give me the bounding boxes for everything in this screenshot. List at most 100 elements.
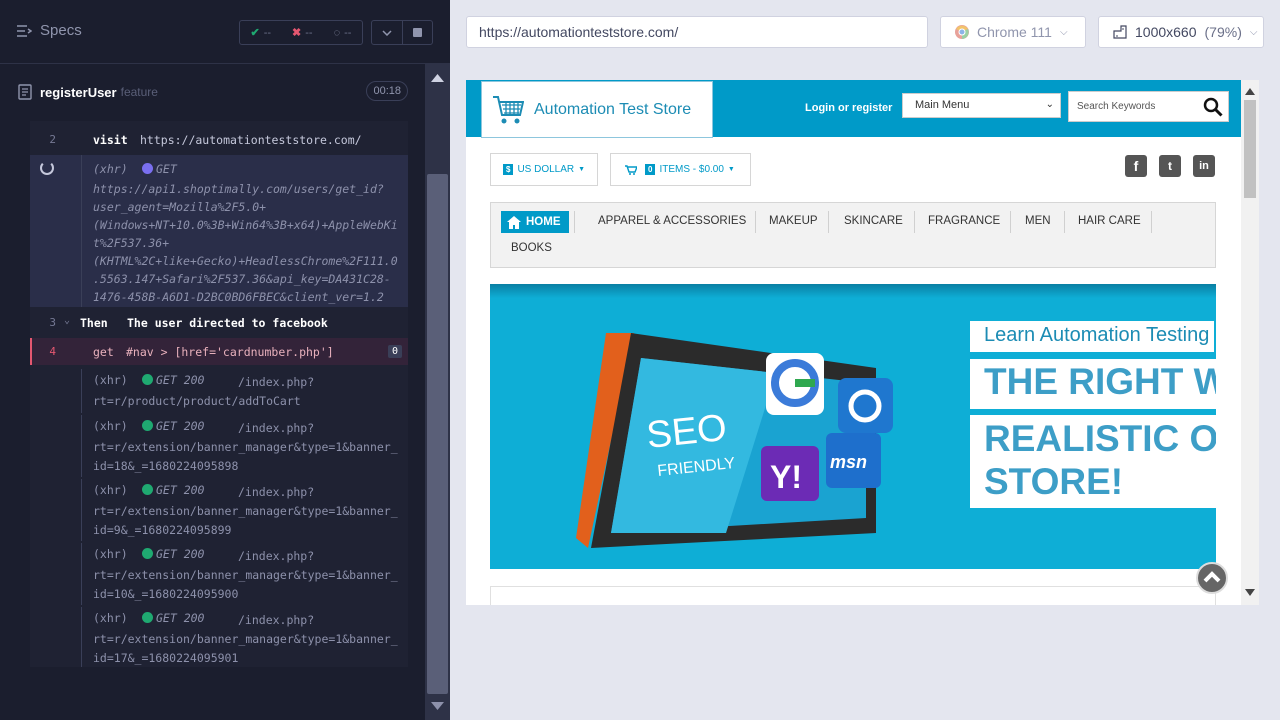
command-xhr-pending[interactable]: (xhr) GET https://api1.shoptimally.com/u…: [30, 155, 408, 307]
bing-icon: [838, 378, 893, 433]
command-name: get: [93, 345, 114, 359]
command-message: https://automationteststore.com/: [140, 133, 362, 147]
caret-down-icon: ▼: [727, 166, 735, 173]
pending-icon: ◌: [333, 26, 341, 39]
cart-icon: [625, 164, 637, 175]
pending-count: --: [344, 26, 352, 39]
runner-header: Specs ✔ -- ✖ -- ◌ --: [0, 0, 450, 64]
specs-button[interactable]: Specs: [16, 22, 82, 39]
viewport-icon: [1113, 25, 1127, 39]
command-xhr[interactable]: (xhr) GET 200 /index.php? rt=r/extension…: [30, 479, 408, 541]
indent-line: [81, 607, 82, 667]
linkedin-icon[interactable]: in: [1193, 155, 1215, 177]
currency-dropdown[interactable]: $ US DOLLAR ▼: [490, 153, 598, 186]
url-bar[interactable]: https://automationteststore.com/: [466, 16, 928, 48]
line-number: 3: [49, 316, 56, 329]
line-number: 4: [49, 345, 56, 358]
caret-down-icon: ▼: [578, 166, 586, 173]
test-stats: ✔ -- ✖ -- ◌ --: [239, 20, 363, 45]
nav-books[interactable]: BOOKS: [511, 242, 552, 254]
nav-home[interactable]: HOME: [501, 211, 569, 233]
hero-banner[interactable]: SEO FRIENDLY Y! msn Learn Automation Tes…: [490, 284, 1216, 569]
currency-label: US DOLLAR: [517, 164, 575, 175]
specs-label: Specs: [40, 22, 82, 39]
browser-label: Chrome 111: [977, 24, 1052, 40]
aut-scrollbar[interactable]: [1241, 80, 1259, 605]
chevron-down-icon: ⌵: [1059, 26, 1068, 38]
command-visit[interactable]: 2 visit https://automationteststore.com/: [30, 121, 408, 155]
site-logo[interactable]: Automation Test Store: [481, 81, 713, 138]
command-get[interactable]: 4 get #nav > [href='cardnumber.php'] 0: [30, 338, 408, 365]
scroll-to-top-button[interactable]: [1196, 562, 1228, 594]
command-name: Then: [80, 316, 108, 330]
stop-button[interactable]: [403, 21, 433, 44]
document-icon: [18, 84, 32, 100]
chevron-down-icon: ⌵: [1249, 26, 1258, 38]
content-section: [490, 586, 1216, 605]
nav-makeup[interactable]: MAKEUP: [769, 215, 818, 227]
spinner-icon: [40, 161, 54, 175]
spec-title-row[interactable]: registerUser feature 00:18: [0, 75, 408, 109]
login-register-link[interactable]: Login or register: [805, 102, 892, 114]
command-log-panel: Specs ✔ -- ✖ -- ◌ -- registerUser feature 0…: [0, 0, 450, 720]
svg-text:Y!: Y!: [770, 459, 802, 495]
command-message: The user directed to facebook: [127, 316, 328, 330]
indent-line: [81, 415, 82, 477]
banner-headline-1: THE RIGHT W: [970, 359, 1216, 409]
nav-divider: [1064, 211, 1065, 233]
command-xhr[interactable]: (xhr) GET 200 /index.php? rt=r/product/p…: [30, 369, 408, 413]
home-icon: [507, 215, 521, 229]
spec-duration: 00:18: [366, 81, 408, 101]
command-log-scrollbar[interactable]: [425, 64, 450, 720]
nav-divider: [574, 211, 575, 233]
xhr-url: /index.php? rt=r/product/product/addToCa…: [93, 375, 315, 408]
command-xhr[interactable]: (xhr) GET 200 /index.php? rt=r/extension…: [30, 415, 408, 477]
spec-name: registerUser: [40, 84, 117, 100]
cart-dropdown[interactable]: 0 ITEMS - $0.00 ▼: [610, 153, 751, 186]
category-nav: HOME APPAREL & ACCESSORIES MAKEUP SKINCA…: [490, 202, 1216, 268]
chevron-up-icon: [1203, 571, 1221, 583]
main-menu-select[interactable]: Main Menu ⌄: [902, 93, 1061, 118]
scroll-down-icon[interactable]: [431, 702, 444, 710]
command-name: visit: [93, 133, 128, 147]
nav-apparel[interactable]: APPAREL & ACCESSORIES: [598, 215, 746, 227]
scroll-down-icon[interactable]: [1245, 589, 1255, 596]
chevron-down-icon[interactable]: [372, 21, 403, 44]
svg-text:msn: msn: [830, 452, 867, 472]
browser-selector[interactable]: Chrome 111 ⌵: [940, 16, 1086, 48]
line-number: 2: [49, 133, 56, 146]
facebook-icon[interactable]: f: [1125, 155, 1147, 177]
chevron-down-icon: ⌄: [64, 315, 71, 326]
scroll-up-icon[interactable]: [431, 74, 444, 82]
nav-divider: [914, 211, 915, 233]
viewport-selector[interactable]: 1000x660 (79%) ⌵: [1098, 16, 1264, 48]
xhr-method: GET: [156, 162, 177, 176]
cart-count: 0: [645, 164, 656, 175]
scrollbar-thumb[interactable]: [1244, 100, 1256, 198]
nav-home-label: HOME: [526, 216, 561, 228]
nav-skincare[interactable]: SKINCARE: [844, 215, 903, 227]
app-under-test-panel: https://automationteststore.com/ Chrome …: [450, 0, 1280, 720]
search-input[interactable]: Search Keywords: [1068, 91, 1229, 122]
nav-men[interactable]: MEN: [1025, 215, 1051, 227]
scrollbar-thumb[interactable]: [427, 174, 448, 694]
nav-fragrance[interactable]: FRAGRANCE: [928, 215, 1000, 227]
nav-hair-care[interactable]: HAIR CARE: [1078, 215, 1141, 227]
social-links: f t in: [1125, 155, 1215, 177]
command-xhr[interactable]: (xhr) GET 200 /index.php? rt=r/extension…: [30, 607, 408, 667]
nav-divider: [755, 211, 756, 233]
xhr-method-wrap: GET: [142, 162, 177, 176]
element-count-badge: 0: [387, 345, 402, 358]
viewport-size: 1000x660: [1135, 24, 1197, 40]
main-menu-label: Main Menu: [915, 99, 970, 111]
banner-subtitle: Learn Automation Testing: [970, 321, 1214, 352]
indent-line: [81, 479, 82, 541]
failed-count: --: [305, 26, 313, 39]
xhr-url: /index.php? rt=r/extension/banner_manage…: [93, 549, 398, 601]
search-icon[interactable]: [1203, 97, 1223, 117]
scroll-up-icon[interactable]: [1245, 88, 1255, 95]
status-dot: [142, 163, 153, 174]
command-xhr[interactable]: (xhr) GET 200 /index.php? rt=r/extension…: [30, 543, 408, 605]
command-then[interactable]: 3 ⌄ Then The user directed to facebook: [30, 307, 408, 335]
twitter-icon[interactable]: t: [1159, 155, 1181, 177]
